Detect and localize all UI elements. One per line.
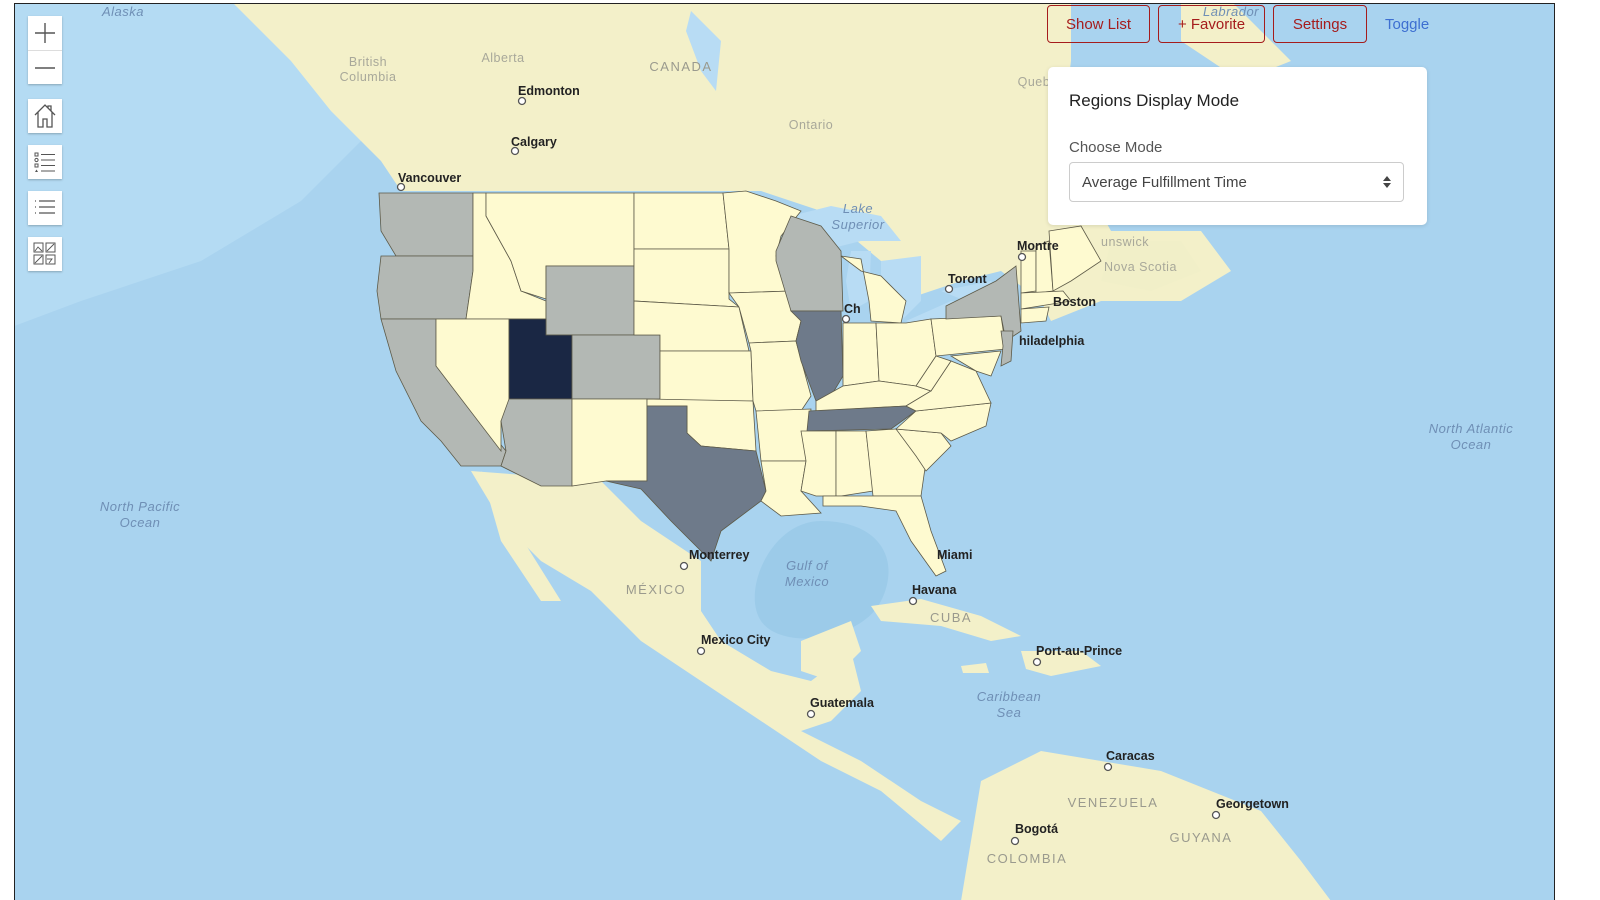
- map-label: Mexico: [785, 574, 829, 589]
- map-label: Nova Scotia: [1104, 260, 1177, 274]
- state-colorado[interactable]: [571, 334, 661, 400]
- layer-list-button[interactable]: [28, 191, 62, 225]
- map-label: Sea: [997, 705, 1022, 720]
- map-label: Ontario: [789, 118, 834, 132]
- map-label: Miami: [937, 548, 972, 562]
- zoom-out-button[interactable]: [28, 50, 62, 84]
- zoom-out-icon: [35, 66, 55, 69]
- state-pennsylvania[interactable]: [930, 315, 1007, 357]
- show-list-button[interactable]: Show List: [1047, 5, 1150, 43]
- state-washington[interactable]: [378, 192, 474, 257]
- state-south-dakota[interactable]: [633, 248, 741, 308]
- settings-button[interactable]: Settings: [1273, 5, 1367, 43]
- city-marker: [1010, 836, 1020, 846]
- map-label: Caracas: [1106, 749, 1155, 763]
- map-label: Port-au-Prince: [1036, 644, 1122, 658]
- map-label: Columbia: [340, 70, 397, 84]
- city-marker: [517, 96, 527, 106]
- favorite-button[interactable]: + Favorite: [1158, 5, 1265, 43]
- city-marker: [908, 596, 918, 606]
- map-label: Calgary: [511, 135, 557, 149]
- legend-icon: [34, 152, 55, 172]
- mode-select-value: Average Fulfillment Time: [1082, 173, 1247, 191]
- map-label: Monterrey: [689, 548, 749, 562]
- city-marker: [841, 314, 851, 324]
- top-toolbar: Show List + Favorite Settings Toggle: [1047, 5, 1439, 43]
- map-label: Ocean: [1451, 437, 1492, 452]
- map-label: Edmonton: [518, 84, 580, 98]
- city-marker: [806, 709, 816, 719]
- city-marker: [1211, 810, 1221, 820]
- state-wyoming[interactable]: [545, 265, 635, 336]
- basemap-gallery-icon: [33, 242, 56, 265]
- map-label: COLOMBIA: [987, 851, 1068, 866]
- legend-button[interactable]: [28, 145, 62, 179]
- map-label: Alaska: [101, 4, 144, 19]
- list-icon: [35, 200, 55, 214]
- state-oregon[interactable]: [376, 255, 474, 320]
- map-label: Superior: [831, 217, 884, 232]
- map-label: Georgetown: [1216, 797, 1289, 811]
- city-marker: [944, 284, 954, 294]
- city-marker: [679, 561, 689, 571]
- state-new-jersey[interactable]: [1000, 330, 1014, 367]
- city-marker: [1017, 252, 1027, 262]
- map-label: North Atlantic: [1429, 421, 1514, 436]
- state-kansas[interactable]: [659, 350, 754, 402]
- map-label: Guatemala: [810, 696, 875, 710]
- toggle-button[interactable]: Toggle: [1375, 16, 1439, 33]
- map-label: Mexico City: [701, 633, 771, 647]
- map-label: hiladelphia: [1019, 334, 1085, 348]
- regions-display-mode-panel: Regions Display Mode Choose Mode Average…: [1048, 67, 1427, 225]
- state-indiana[interactable]: [842, 322, 880, 387]
- panel-title: Regions Display Mode: [1069, 91, 1240, 110]
- state-connecticut[interactable]: [1020, 306, 1050, 324]
- map-label: Ch: [844, 302, 861, 316]
- city-marker: [1103, 762, 1113, 772]
- map-label: Alberta: [481, 51, 524, 65]
- zoom-in-icon: [35, 23, 55, 43]
- map-label: Caribbean: [977, 689, 1042, 704]
- map-label: Bogotá: [1015, 822, 1058, 836]
- map-label: Havana: [912, 583, 958, 597]
- map-label: Gulf of: [786, 558, 829, 573]
- map-label: Montre: [1017, 239, 1059, 253]
- map-label: CUBA: [930, 610, 972, 625]
- state-north-dakota[interactable]: [633, 192, 730, 250]
- state-new-mexico[interactable]: [571, 398, 648, 487]
- map-label: VENEZUELA: [1068, 795, 1159, 810]
- map-label: Boston: [1053, 295, 1096, 309]
- map-label: GUYANA: [1170, 830, 1233, 845]
- zoom-in-button[interactable]: [28, 16, 62, 50]
- home-button[interactable]: [28, 99, 62, 133]
- map-label: Lake: [843, 201, 873, 216]
- sort-arrows-icon: [1383, 176, 1391, 188]
- map-label: Vancouver: [398, 171, 461, 185]
- map-label: CANADA: [649, 59, 712, 74]
- map-label: North Pacific: [100, 499, 180, 514]
- map-label: Toront: [948, 272, 987, 286]
- choose-mode-label: Choose Mode: [1069, 139, 1163, 156]
- map-label: British: [349, 55, 387, 69]
- zoom-controls: [28, 16, 62, 84]
- state-mississippi[interactable]: [800, 430, 837, 497]
- city-marker: [696, 646, 706, 656]
- basemap-gallery-button[interactable]: [28, 237, 62, 271]
- map-label: unswick: [1101, 235, 1149, 249]
- map-label: Ocean: [120, 515, 161, 530]
- map-label: MÉXICO: [626, 582, 686, 597]
- city-marker: [1032, 657, 1042, 667]
- mode-select[interactable]: Average Fulfillment Time: [1069, 162, 1404, 202]
- home-icon: [34, 104, 56, 128]
